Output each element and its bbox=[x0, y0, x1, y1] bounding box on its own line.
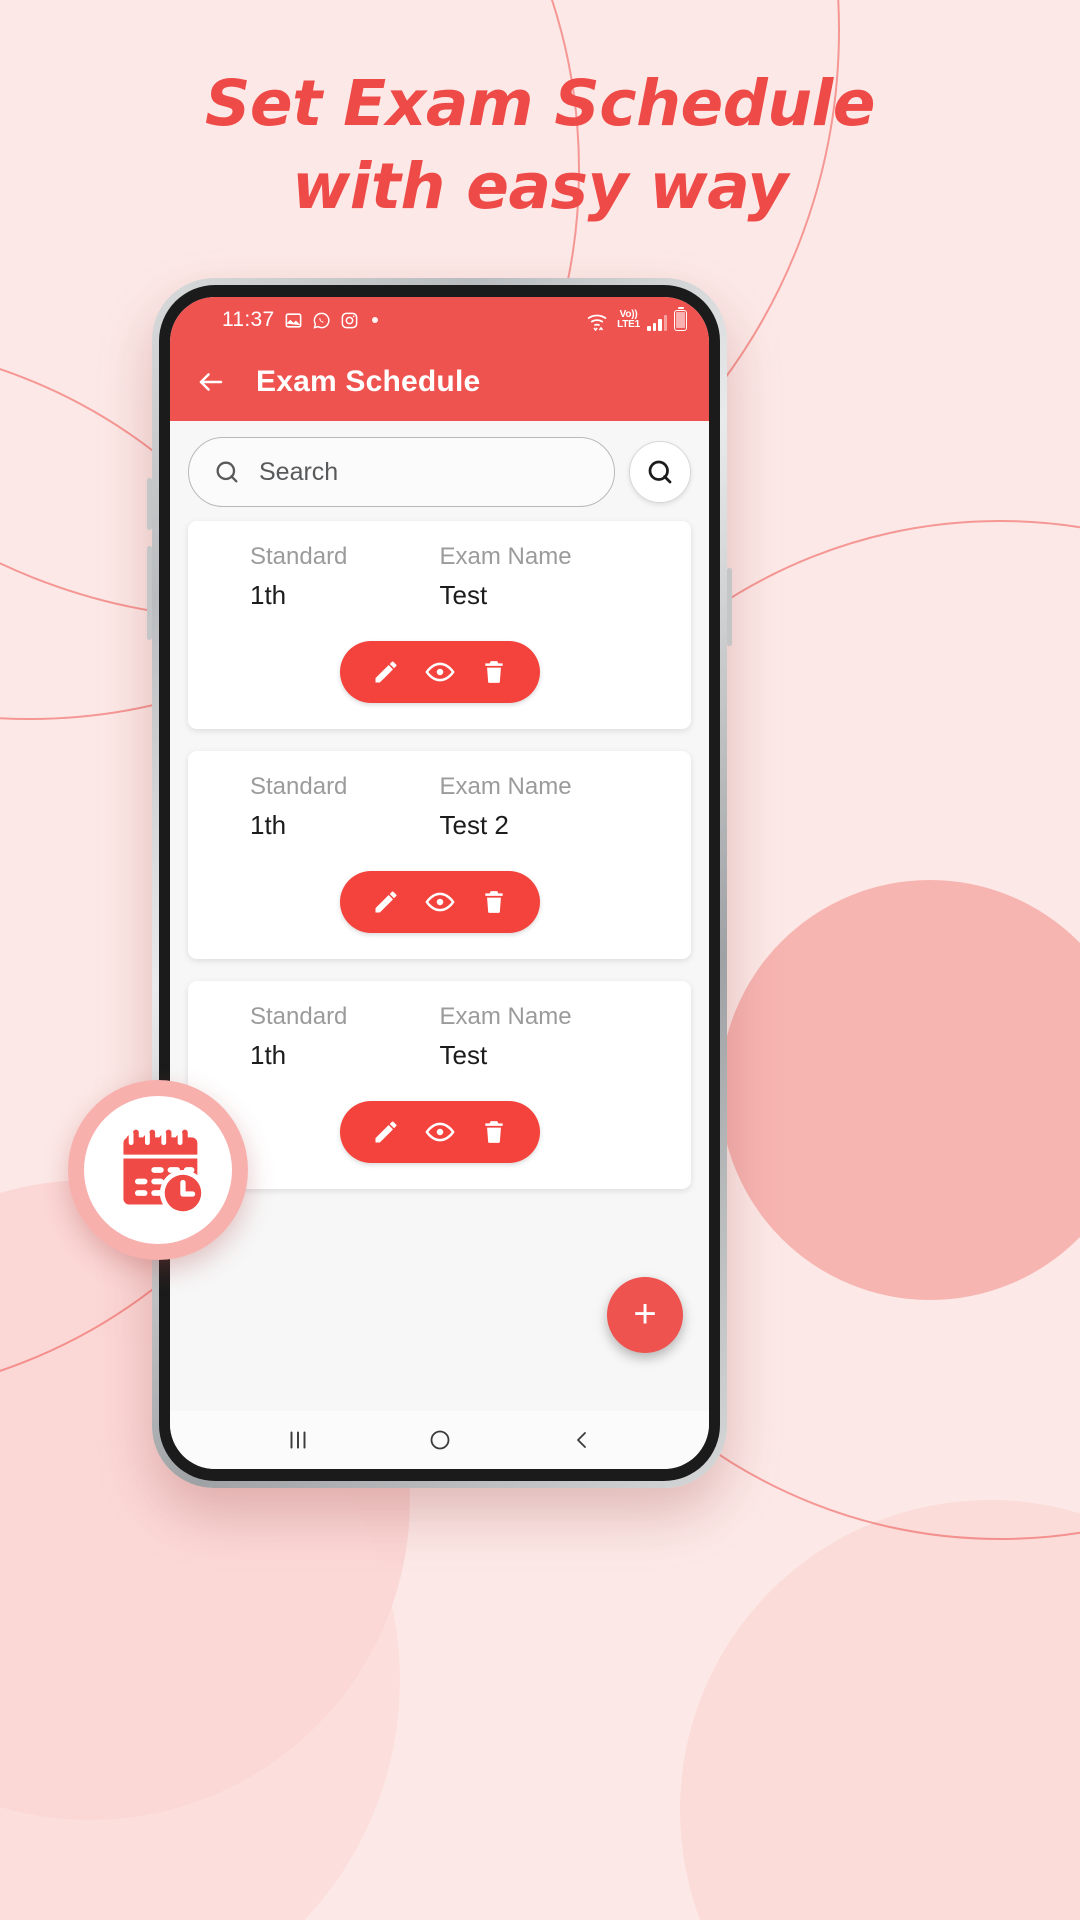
calendar-clock-icon bbox=[123, 1129, 206, 1217]
add-exam-fab[interactable]: + bbox=[607, 1277, 683, 1353]
bg-blob-bottom-right bbox=[680, 1500, 1080, 1920]
card-columns: Standard 1th Exam Name Test bbox=[188, 543, 691, 611]
fab-plus-icon: + bbox=[633, 1291, 657, 1336]
table-row[interactable]: Standard 1th Exam Name Test bbox=[188, 521, 691, 729]
delete-icon[interactable] bbox=[481, 658, 507, 686]
power-button[interactable] bbox=[727, 568, 732, 646]
standard-value: 1th bbox=[250, 1040, 287, 1070]
card-columns: Standard 1th Exam Name Test bbox=[188, 1003, 691, 1071]
edit-icon[interactable] bbox=[372, 658, 400, 686]
card-actions-wrap bbox=[188, 641, 691, 703]
search-icon bbox=[216, 461, 238, 483]
standard-label: Standard bbox=[250, 543, 348, 570]
standard-label: Standard bbox=[250, 773, 348, 800]
view-icon[interactable] bbox=[425, 1117, 456, 1147]
standard-column: Standard 1th bbox=[250, 1003, 440, 1071]
edit-icon[interactable] bbox=[372, 1118, 400, 1146]
exam-name-value: Test 2 bbox=[439, 810, 509, 840]
search-placeholder: Search bbox=[259, 457, 339, 486]
phone-mockup: 11:37 Vo)) LTE1 Exam Schedule Search Sta… bbox=[147, 278, 732, 1488]
status-bar-left: 11:37 bbox=[222, 308, 378, 332]
promo-headline: Set Exam Schedule with easy way bbox=[0, 62, 1080, 228]
exam-name-value: Test bbox=[439, 1040, 488, 1070]
calendar-badge bbox=[68, 1080, 248, 1260]
search-row: Search bbox=[170, 421, 709, 521]
search-icon bbox=[648, 460, 672, 484]
volume-down-button[interactable] bbox=[147, 546, 152, 640]
table-row[interactable]: Standard 1th Exam Name Test 2 bbox=[188, 751, 691, 959]
phone-screen: 11:37 Vo)) LTE1 Exam Schedule Search Sta… bbox=[170, 297, 709, 1469]
headline-line-1: Set Exam Schedule bbox=[205, 67, 875, 140]
exam-name-column: Exam Name Test bbox=[440, 543, 630, 611]
standard-label: Standard bbox=[250, 1003, 348, 1030]
image-icon bbox=[285, 312, 301, 328]
card-actions-wrap bbox=[188, 1101, 691, 1163]
home-icon[interactable] bbox=[428, 1428, 452, 1452]
standard-value: 1th bbox=[250, 810, 287, 840]
recents-icon[interactable] bbox=[285, 1427, 311, 1453]
delete-icon[interactable] bbox=[481, 1118, 507, 1146]
android-nav-bar bbox=[170, 1411, 709, 1469]
search-input[interactable]: Search bbox=[188, 437, 615, 507]
standard-column: Standard 1th bbox=[250, 543, 440, 611]
standard-column: Standard 1th bbox=[250, 773, 440, 841]
back-arrow-icon[interactable] bbox=[196, 367, 226, 397]
instagram-icon bbox=[341, 312, 357, 328]
table-row[interactable]: Standard 1th Exam Name Test bbox=[188, 981, 691, 1189]
exam-card-list: Standard 1th Exam Name Test Standard 1th… bbox=[170, 521, 709, 1189]
app-content: Search Standard 1th Exam Name Test Stand… bbox=[170, 421, 709, 1411]
delete-icon[interactable] bbox=[481, 888, 507, 916]
phone-bezel: 11:37 Vo)) LTE1 Exam Schedule Search Sta… bbox=[159, 285, 720, 1481]
headline-line-2: with easy way bbox=[292, 150, 788, 224]
page-title: Exam Schedule bbox=[256, 365, 481, 398]
standard-value: 1th bbox=[250, 580, 287, 610]
whatsapp-icon bbox=[313, 312, 330, 329]
card-columns: Standard 1th Exam Name Test 2 bbox=[188, 773, 691, 841]
card-action-pill bbox=[339, 641, 540, 703]
battery-icon bbox=[674, 306, 687, 331]
exam-name-column: Exam Name Test bbox=[440, 1003, 630, 1071]
exam-name-label: Exam Name bbox=[439, 543, 572, 570]
volume-up-button[interactable] bbox=[147, 478, 152, 530]
card-action-pill bbox=[339, 871, 540, 933]
exam-name-column: Exam Name Test 2 bbox=[440, 773, 630, 841]
wifi-icon bbox=[587, 314, 607, 331]
edit-icon[interactable] bbox=[372, 888, 400, 916]
signal-bars-icon bbox=[647, 314, 667, 331]
status-time: 11:37 bbox=[222, 308, 275, 331]
view-icon[interactable] bbox=[425, 887, 456, 917]
status-bar: 11:37 Vo)) LTE1 bbox=[170, 297, 709, 343]
status-bar-right: Vo)) LTE1 bbox=[586, 306, 687, 331]
volte-indicator: Vo)) LTE1 bbox=[617, 309, 640, 331]
volte-bottom: LTE1 bbox=[617, 319, 640, 330]
exam-name-value: Test bbox=[439, 580, 488, 610]
nav-back-icon[interactable] bbox=[570, 1428, 594, 1452]
calendar-badge-inner bbox=[84, 1096, 232, 1244]
search-button[interactable] bbox=[629, 441, 691, 503]
status-overflow-dot bbox=[371, 317, 378, 323]
card-action-pill bbox=[339, 1101, 540, 1163]
app-bar: Exam Schedule bbox=[170, 343, 709, 421]
card-actions-wrap bbox=[188, 871, 691, 933]
exam-name-label: Exam Name bbox=[439, 1003, 572, 1030]
view-icon[interactable] bbox=[425, 657, 456, 687]
exam-name-label: Exam Name bbox=[439, 773, 572, 800]
